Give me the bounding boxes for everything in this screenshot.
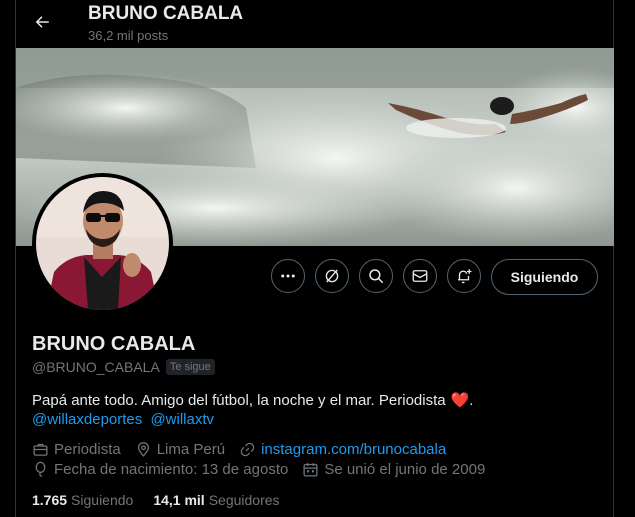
birthday-text: Fecha de nacimiento: 13 de agosto <box>54 461 289 478</box>
bio-end: . <box>469 391 474 409</box>
followers-link[interactable]: 14,1 mil Seguidores <box>153 492 279 508</box>
following-link[interactable]: 1.765 Siguiendo <box>32 492 133 508</box>
bio-mentions: @willaxdeportes @willaxtv <box>32 411 218 428</box>
link-icon <box>240 442 255 457</box>
search-profile-button[interactable] <box>359 259 393 293</box>
profile-meta-row: Periodista Lima Perú instagram.com/bruno… <box>32 441 460 458</box>
profile-handle: @BRUNO_CABALA <box>32 359 160 375</box>
arrow-left-icon <box>35 16 49 28</box>
location-text: Lima Perú <box>156 441 226 458</box>
balloon-icon <box>35 461 46 477</box>
profile-meta-row-2: Fecha de nacimiento: 13 de agosto Se uni… <box>32 461 499 478</box>
bio-text: Papá ante todo. Amigo del fútbol, la noc… <box>32 391 446 409</box>
mention-link[interactable]: @willaxtv <box>150 411 214 428</box>
follows-you-badge: Te sigue <box>165 359 215 375</box>
avatar-photo <box>36 177 169 310</box>
calendar-icon <box>303 463 318 477</box>
followers-label: Seguidores <box>208 492 280 508</box>
briefcase-icon <box>33 443 48 456</box>
more-icon <box>281 274 295 278</box>
website-link[interactable]: instagram.com/brunocabala <box>261 441 446 458</box>
message-button[interactable] <box>403 259 437 293</box>
avatar[interactable] <box>32 173 173 314</box>
profession: Periodista <box>32 441 121 458</box>
followers-count: 14,1 mil <box>153 492 205 508</box>
location-pin-icon <box>137 442 149 457</box>
post-count: 36,2 mil posts <box>88 28 169 43</box>
follow-stats: 1.765 Siguiendo 14,1 mil Seguidores <box>32 492 300 508</box>
back-button[interactable] <box>24 4 60 40</box>
location: Lima Perú <box>135 441 225 458</box>
grok-icon <box>325 269 339 283</box>
profile-name: BRUNO CABALA <box>32 333 196 355</box>
mention-link[interactable]: @willaxdeportes <box>32 411 142 428</box>
more-button[interactable] <box>271 259 305 293</box>
grok-button[interactable] <box>315 259 349 293</box>
search-icon <box>369 269 384 284</box>
joined: Se unió el junio de 2009 <box>302 461 485 478</box>
notify-button[interactable] <box>447 259 481 293</box>
website: instagram.com/brunocabala <box>239 441 446 458</box>
joined-text: Se unió el junio de 2009 <box>324 461 486 478</box>
following-label: Siguiendo <box>71 492 134 508</box>
page-title: BRUNO CABALA <box>88 3 244 24</box>
mail-icon <box>412 270 428 282</box>
following-button[interactable]: Siguiendo <box>491 259 598 295</box>
handle-row: @BRUNO_CABALA Te sigue <box>32 359 215 375</box>
heart-icon: ❤️ <box>450 392 470 409</box>
bell-plus-icon <box>458 269 472 284</box>
following-count: 1.765 <box>32 492 68 508</box>
birthday: Fecha de nacimiento: 13 de agosto <box>32 461 288 478</box>
profile-bio: Papá ante todo. Amigo del fútbol, la noc… <box>32 391 474 410</box>
profession-text: Periodista <box>54 441 121 458</box>
